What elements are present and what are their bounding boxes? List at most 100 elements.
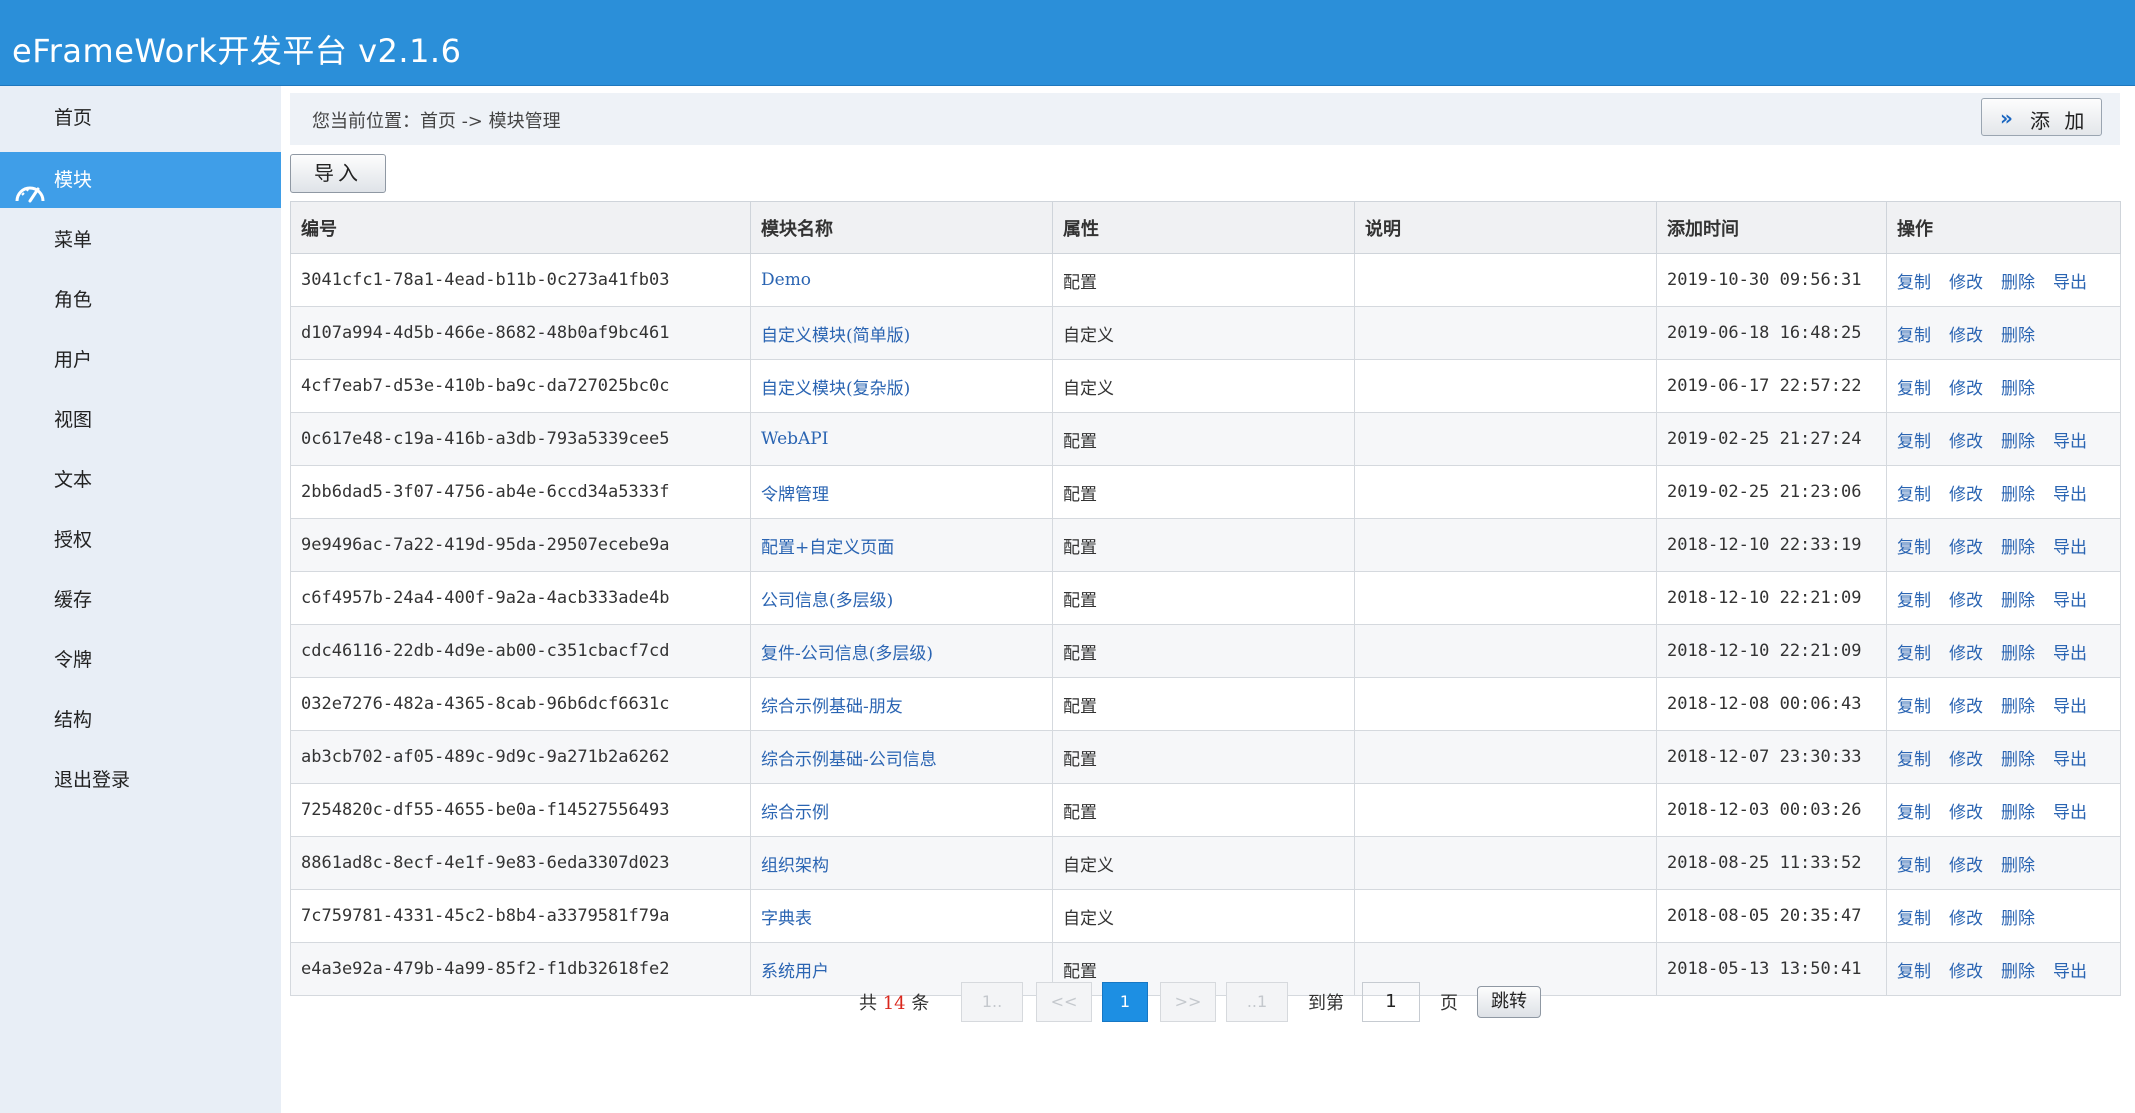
import-button[interactable]: 导入 (290, 154, 386, 193)
module-name-link[interactable]: 复件-公司信息(多层级) (750, 624, 1053, 678)
export-link[interactable]: 导出 (2053, 273, 2087, 293)
delete-link[interactable]: 删除 (2001, 962, 2035, 982)
copy-link[interactable]: 复制 (1897, 326, 1931, 346)
first-page-button[interactable]: 1.. (961, 982, 1023, 1022)
module-name-link[interactable]: 配置+自定义页面 (750, 518, 1053, 572)
cell-attr: 自定义 (1052, 359, 1355, 413)
sidebar-item-modules[interactable]: 模块 (0, 152, 281, 208)
sidebar-item-users[interactable]: 用户 (0, 332, 281, 388)
column-header-time[interactable]: 添加时间 (1656, 201, 1887, 254)
edit-link[interactable]: 修改 (1949, 538, 1983, 558)
sidebar-item-menu[interactable]: 菜单 (0, 212, 281, 268)
delete-link[interactable]: 删除 (2001, 432, 2035, 452)
copy-link[interactable]: 复制 (1897, 962, 1931, 982)
export-link[interactable]: 导出 (2053, 591, 2087, 611)
edit-link[interactable]: 修改 (1949, 909, 1983, 929)
copy-link[interactable]: 复制 (1897, 273, 1931, 293)
column-header-name[interactable]: 模块名称 (750, 201, 1053, 254)
edit-link[interactable]: 修改 (1949, 750, 1983, 770)
delete-link[interactable]: 删除 (2001, 273, 2035, 293)
export-link[interactable]: 导出 (2053, 432, 2087, 452)
current-page-button[interactable]: 1 (1102, 982, 1148, 1022)
edit-link[interactable]: 修改 (1949, 697, 1983, 717)
edit-link[interactable]: 修改 (1949, 485, 1983, 505)
sidebar-item-roles[interactable]: 角色 (0, 272, 281, 328)
copy-link[interactable]: 复制 (1897, 856, 1931, 876)
edit-link[interactable]: 修改 (1949, 803, 1983, 823)
copy-link[interactable]: 复制 (1897, 644, 1931, 664)
delete-link[interactable]: 删除 (2001, 750, 2035, 770)
delete-link[interactable]: 删除 (2001, 644, 2035, 664)
jump-button[interactable]: 跳转 (1477, 986, 1541, 1018)
edit-link[interactable]: 修改 (1949, 856, 1983, 876)
sidebar-item-home[interactable]: 首页 (0, 90, 281, 146)
module-name-link[interactable]: Demo (750, 253, 1053, 307)
table-row: 4cf7eab7-d53e-410b-ba9c-da727025bc0c 自定义模… (290, 359, 2121, 413)
module-name-link[interactable]: 自定义模块(简单版) (750, 306, 1053, 360)
export-link[interactable]: 导出 (2053, 750, 2087, 770)
delete-link[interactable]: 删除 (2001, 485, 2035, 505)
cell-desc (1354, 889, 1657, 943)
copy-link[interactable]: 复制 (1897, 697, 1931, 717)
column-header-attr[interactable]: 属性 (1052, 201, 1355, 254)
module-name-link[interactable]: 综合示例 (750, 783, 1053, 837)
export-link[interactable]: 导出 (2053, 644, 2087, 664)
sidebar-item-label: 视图 (54, 409, 93, 431)
edit-link[interactable]: 修改 (1949, 962, 1983, 982)
cell-id: 032e7276-482a-4365-8cab-96b6dcf6631c (290, 677, 751, 731)
prev-page-button[interactable]: << (1036, 982, 1092, 1022)
module-name-link[interactable]: 令牌管理 (750, 465, 1053, 519)
delete-link[interactable]: 删除 (2001, 326, 2035, 346)
copy-link[interactable]: 复制 (1897, 432, 1931, 452)
page-number-input[interactable]: 1 (1362, 982, 1420, 1022)
module-name-link[interactable]: 综合示例基础-朋友 (750, 677, 1053, 731)
module-name-link[interactable]: 组织架构 (750, 836, 1053, 890)
module-name-link[interactable]: 综合示例基础-公司信息 (750, 730, 1053, 784)
module-name-link[interactable]: 公司信息(多层级) (750, 571, 1053, 625)
copy-link[interactable]: 复制 (1897, 485, 1931, 505)
edit-link[interactable]: 修改 (1949, 432, 1983, 452)
cell-ops: 复制 修改 删除 导出 (1886, 465, 2121, 519)
next-page-button[interactable]: >> (1160, 982, 1216, 1022)
copy-link[interactable]: 复制 (1897, 591, 1931, 611)
export-link[interactable]: 导出 (2053, 485, 2087, 505)
copy-link[interactable]: 复制 (1897, 538, 1931, 558)
sidebar-item-views[interactable]: 视图 (0, 392, 281, 448)
edit-link[interactable]: 修改 (1949, 644, 1983, 664)
cell-ops: 复制 修改 删除 导出 (1886, 253, 2121, 307)
copy-link[interactable]: 复制 (1897, 803, 1931, 823)
module-name-link[interactable]: WebAPI (750, 412, 1053, 466)
add-button[interactable]: » 添 加 (1981, 98, 2102, 136)
delete-link[interactable]: 删除 (2001, 803, 2035, 823)
delete-link[interactable]: 删除 (2001, 856, 2035, 876)
copy-link[interactable]: 复制 (1897, 379, 1931, 399)
module-name-link[interactable]: 字典表 (750, 889, 1053, 943)
cell-time: 2018-12-10 22:21:09 (1656, 624, 1887, 678)
sidebar-item-tokens[interactable]: 令牌 (0, 632, 281, 688)
export-link[interactable]: 导出 (2053, 962, 2087, 982)
edit-link[interactable]: 修改 (1949, 591, 1983, 611)
sidebar-item-text[interactable]: 文本 (0, 452, 281, 508)
last-page-button[interactable]: ..1 (1226, 982, 1288, 1022)
delete-link[interactable]: 删除 (2001, 379, 2035, 399)
copy-link[interactable]: 复制 (1897, 750, 1931, 770)
sidebar-item-cache[interactable]: 缓存 (0, 572, 281, 628)
delete-link[interactable]: 删除 (2001, 697, 2035, 717)
table-row: c6f4957b-24a4-400f-9a2a-4acb333ade4b 公司信息… (290, 571, 2121, 625)
delete-link[interactable]: 删除 (2001, 538, 2035, 558)
sidebar-item-logout[interactable]: 退出登录 (0, 752, 281, 808)
edit-link[interactable]: 修改 (1949, 273, 1983, 293)
edit-link[interactable]: 修改 (1949, 326, 1983, 346)
module-name-link[interactable]: 自定义模块(复杂版) (750, 359, 1053, 413)
edit-link[interactable]: 修改 (1949, 379, 1983, 399)
export-link[interactable]: 导出 (2053, 538, 2087, 558)
sidebar-item-structure[interactable]: 结构 (0, 692, 281, 748)
export-link[interactable]: 导出 (2053, 697, 2087, 717)
column-header-desc[interactable]: 说明 (1354, 201, 1657, 254)
sidebar-item-authorization[interactable]: 授权 (0, 512, 281, 568)
column-header-id[interactable]: 编号 (290, 201, 751, 254)
delete-link[interactable]: 删除 (2001, 909, 2035, 929)
copy-link[interactable]: 复制 (1897, 909, 1931, 929)
export-link[interactable]: 导出 (2053, 803, 2087, 823)
delete-link[interactable]: 删除 (2001, 591, 2035, 611)
